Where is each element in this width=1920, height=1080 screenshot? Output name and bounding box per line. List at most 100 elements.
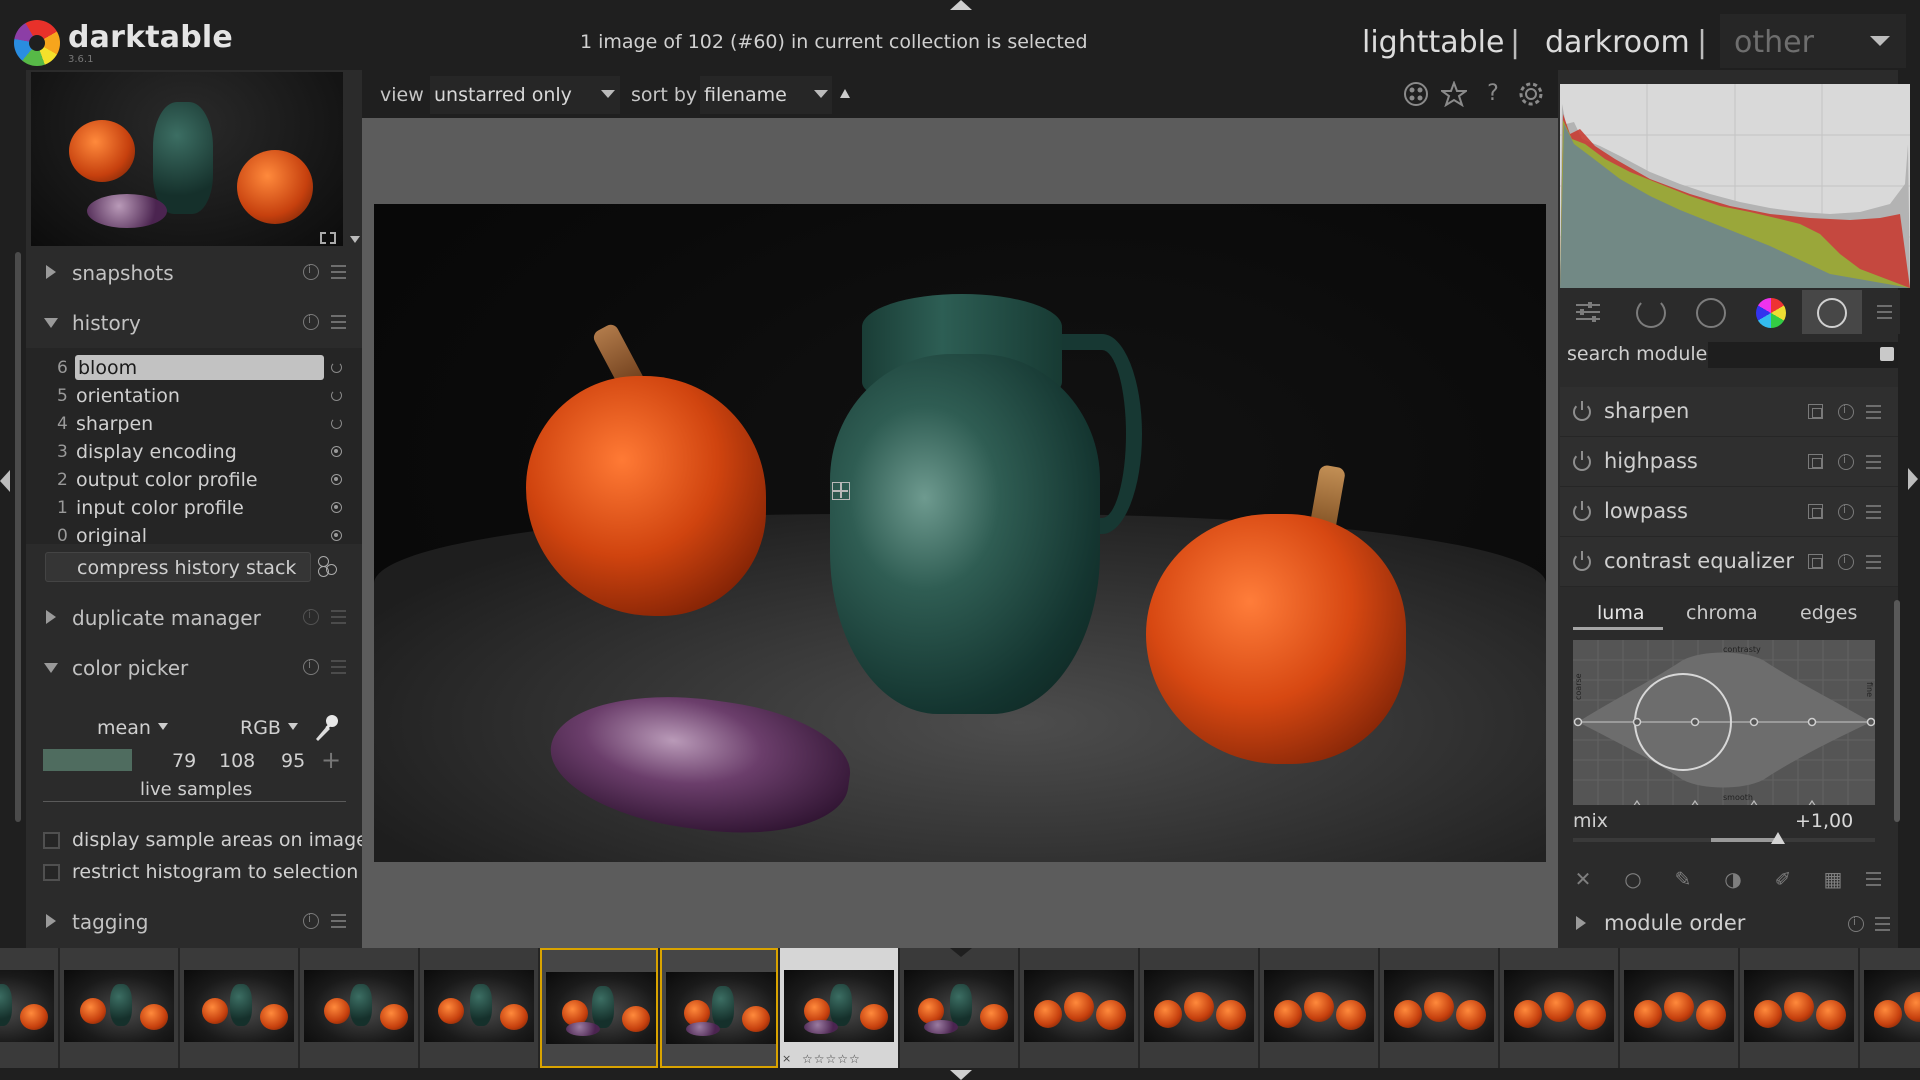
presets-menu-icon[interactable] (331, 265, 346, 279)
snapshots-header[interactable]: snapshots (26, 249, 362, 295)
multi-instance-icon[interactable] (1808, 504, 1823, 519)
tab-chroma[interactable]: chroma (1686, 602, 1758, 624)
color-picker-space-select[interactable]: RGB (240, 717, 281, 739)
mix-value[interactable]: +1,00 (1795, 810, 1853, 832)
filmstrip-thumbnail[interactable] (1260, 948, 1378, 1068)
info-icon[interactable] (303, 313, 319, 330)
filmstrip-thumbnail[interactable] (60, 948, 178, 1068)
active-modules-icon[interactable] (1636, 298, 1666, 328)
chevron-down-icon[interactable] (1870, 36, 1890, 46)
grouping-icon[interactable] (1403, 81, 1429, 107)
color-picker-header[interactable]: color picker (26, 644, 362, 690)
presets-menu-icon[interactable] (1866, 405, 1881, 419)
reset-icon[interactable] (1838, 403, 1854, 420)
history-item[interactable]: 4 sharpen (26, 410, 362, 438)
history-item[interactable]: 1 input color profile (26, 494, 362, 522)
filmstrip-thumbnail[interactable] (1860, 948, 1920, 1068)
reset-icon[interactable] (1838, 553, 1854, 570)
restrict-histogram-checkbox[interactable] (43, 864, 60, 881)
right-panel-scrollbar[interactable] (1894, 600, 1900, 822)
help-icon[interactable]: ? (1480, 81, 1506, 107)
expand-icon[interactable] (320, 232, 336, 244)
info-icon[interactable] (303, 263, 319, 280)
clear-search-icon[interactable] (1880, 347, 1894, 361)
filmstrip-thumbnail[interactable] (0, 948, 58, 1068)
chevron-down-icon[interactable] (601, 90, 615, 98)
module-lowpass[interactable]: lowpass (1560, 487, 1898, 537)
tab-edges[interactable]: edges (1800, 602, 1857, 624)
sort-direction-icon[interactable] (840, 89, 850, 98)
drawn-mask-icon[interactable]: ✎ (1672, 868, 1694, 890)
filmstrip-thumbnail[interactable]: × ☆☆☆☆☆ (780, 948, 898, 1068)
history-item[interactable]: 0 original (26, 522, 362, 550)
info-icon[interactable] (303, 608, 319, 625)
star-rating[interactable]: ☆☆☆☆☆ (802, 1052, 861, 1066)
info-icon[interactable] (303, 658, 319, 675)
main-image[interactable] (374, 204, 1546, 862)
filmstrip-thumbnail[interactable] (1740, 948, 1858, 1068)
tagging-header[interactable]: tagging (26, 898, 362, 944)
collapse-left-arrow-icon[interactable] (0, 470, 10, 492)
power-icon[interactable] (1573, 501, 1591, 521)
filmstrip-thumbnail[interactable] (1380, 948, 1498, 1068)
info-icon[interactable] (1848, 915, 1864, 932)
filmstrip-thumbnail[interactable] (180, 948, 298, 1068)
filmstrip-thumbnail[interactable] (1140, 948, 1258, 1068)
create-style-icon[interactable] (318, 556, 340, 578)
presets-menu-icon[interactable] (331, 660, 346, 674)
raster-mask-icon[interactable]: ▦ (1822, 868, 1844, 890)
chevron-down-icon[interactable] (350, 236, 360, 243)
power-icon[interactable] (1573, 401, 1591, 421)
filmstrip-thumbnail[interactable] (300, 948, 418, 1068)
contrast-equalizer-graph[interactable]: contrasty smooth coarse fine (1573, 640, 1876, 808)
history-item[interactable]: 2 output color profile (26, 466, 362, 494)
multi-instance-icon[interactable] (1808, 404, 1823, 419)
blend-menu-icon[interactable] (1866, 872, 1881, 886)
presets-menu-icon[interactable] (1875, 917, 1890, 931)
presets-menu-icon[interactable] (331, 610, 346, 624)
reject-icon[interactable]: × (782, 1052, 791, 1065)
reset-icon[interactable] (1838, 453, 1854, 470)
view-darkroom-link[interactable]: darkroom (1545, 25, 1690, 60)
compress-history-button[interactable]: compress history stack (45, 552, 311, 582)
module-order-header[interactable]: module order (1560, 900, 1898, 946)
reset-icon[interactable] (1838, 503, 1854, 520)
effect-group-icon[interactable] (1817, 298, 1847, 328)
blend-uniform-icon[interactable]: ○ (1622, 868, 1644, 890)
focus-crosshair-icon[interactable] (832, 482, 850, 500)
drawn-parametric-mask-icon[interactable]: ✐ (1772, 868, 1794, 890)
presets-menu-icon[interactable] (331, 914, 346, 928)
filmstrip-thumbnail[interactable] (660, 948, 778, 1068)
history-header[interactable]: history (26, 299, 362, 345)
blend-off-icon[interactable]: ✕ (1572, 868, 1594, 890)
multi-instance-icon[interactable] (1808, 454, 1823, 469)
duplicate-manager-header[interactable]: duplicate manager (26, 594, 362, 640)
parametric-mask-icon[interactable]: ◑ (1722, 868, 1744, 890)
chevron-down-icon[interactable] (288, 723, 298, 730)
tab-luma[interactable]: luma (1597, 602, 1644, 624)
presets-menu-icon[interactable] (1866, 455, 1881, 469)
collapse-right-arrow-icon[interactable] (1908, 468, 1918, 490)
presets-menu-icon[interactable] (1866, 505, 1881, 519)
filmstrip-thumbnail[interactable] (900, 948, 1018, 1068)
history-item[interactable]: 6 bloom (26, 354, 362, 382)
power-icon[interactable] (1573, 551, 1591, 571)
left-panel-scrollbar[interactable] (15, 252, 21, 822)
collapse-bottom-arrow-icon[interactable] (950, 1070, 972, 1080)
module-sharpen[interactable]: sharpen (1560, 387, 1898, 437)
search-module-input[interactable] (1708, 342, 1898, 368)
module-contrast-equalizer[interactable]: contrast equalizer (1560, 537, 1898, 587)
chevron-down-icon[interactable] (814, 90, 828, 98)
multi-instance-icon[interactable] (1808, 554, 1823, 569)
base-group-icon[interactable] (1696, 298, 1726, 328)
module-highpass[interactable]: highpass (1560, 437, 1898, 487)
presets-menu-icon[interactable] (1866, 555, 1881, 569)
info-icon[interactable] (303, 912, 319, 929)
view-lighttable-link[interactable]: lighttable (1362, 25, 1504, 60)
power-icon[interactable] (1573, 451, 1591, 471)
chevron-down-icon[interactable] (158, 723, 168, 730)
presets-menu-icon[interactable] (331, 315, 346, 329)
add-sample-icon[interactable]: + (321, 746, 341, 774)
color-picker-mode-select[interactable]: mean (97, 717, 151, 739)
navigation-preview[interactable] (31, 72, 343, 246)
